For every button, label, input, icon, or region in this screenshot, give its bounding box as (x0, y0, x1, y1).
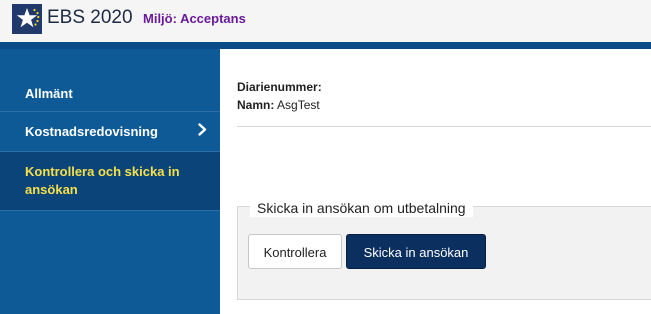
sidebar-item-label: Allmänt (25, 86, 73, 101)
sidebar-item-kostnadsredovisning[interactable]: Kostnadsredovisning (0, 112, 220, 152)
header-accent-bar (0, 42, 651, 49)
namn-label: Namn: (237, 98, 275, 112)
skicka-in-ansokan-button[interactable]: Skicka in ansökan (346, 234, 486, 269)
kontrollera-button[interactable]: Kontrollera (248, 234, 342, 269)
sidebar-item-label: Kontrollera och skicka in ansökan (25, 164, 180, 197)
namn-line: Namn: AsgTest (237, 98, 320, 113)
main-content: Diarienummer: Namn: AsgTest Skicka in an… (220, 49, 651, 314)
submit-fieldset-legend: Skicka in ansökan om utbetalning (250, 199, 473, 217)
sidebar: Allmänt Kostnadsredovisning Kontrollera … (0, 49, 220, 314)
app-title: EBS 2020 (47, 7, 133, 28)
sidebar-item-allmant[interactable]: Allmänt (0, 76, 220, 112)
chevron-right-icon (198, 122, 207, 141)
app-header: EBS 2020 Miljö: Acceptans (0, 0, 651, 42)
divider (237, 126, 651, 127)
diarienummer-line: Diarienummer: (237, 80, 322, 95)
namn-value: AsgTest (277, 98, 320, 112)
diarienummer-label: Diarienummer: (237, 80, 322, 94)
sidebar-item-label: Kostnadsredovisning (25, 124, 158, 139)
environment-label: Miljö: Acceptans (143, 11, 246, 26)
star-logo-icon[interactable] (12, 4, 42, 34)
sidebar-item-kontrollera[interactable]: Kontrollera och skicka in ansökan (0, 152, 220, 211)
